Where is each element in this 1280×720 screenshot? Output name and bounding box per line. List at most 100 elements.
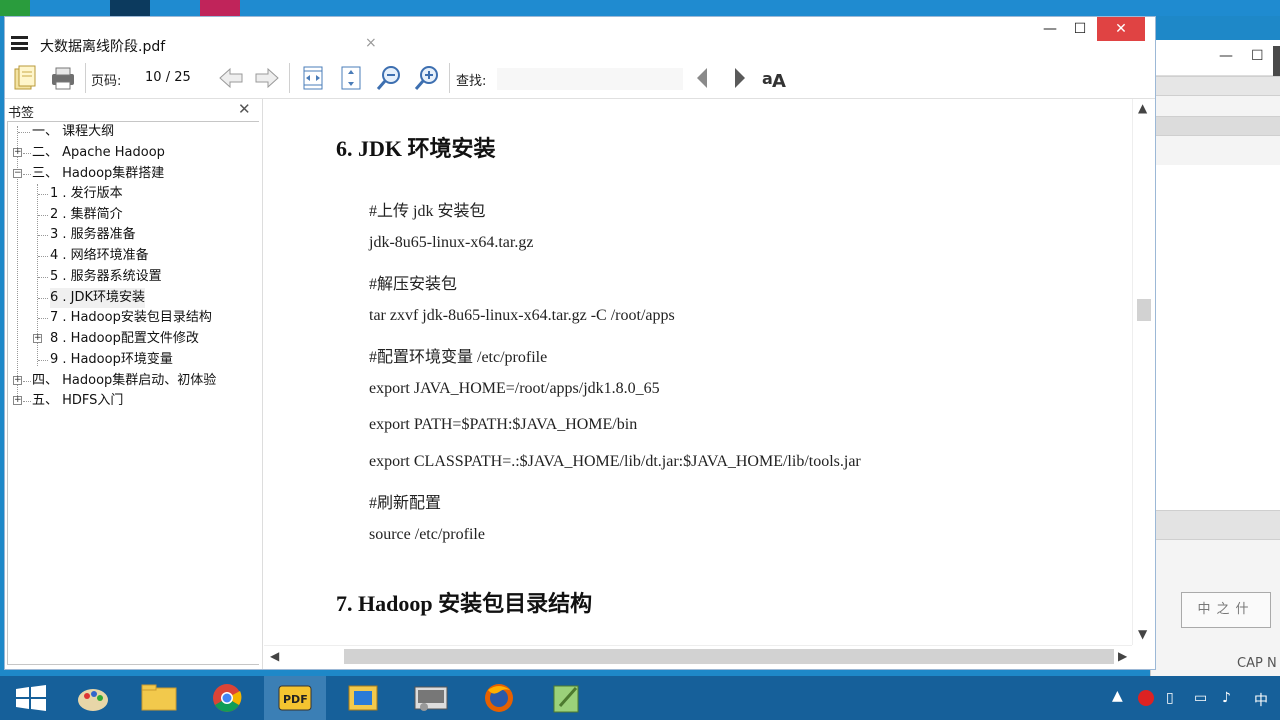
tree-line — [38, 194, 48, 195]
zoom-out-icon[interactable] — [375, 64, 403, 92]
paint-app-icon[interactable] — [62, 676, 124, 720]
document-line: #刷新配置 — [369, 495, 442, 512]
pdf-reader-taskbar-icon[interactable]: PDF — [264, 676, 326, 720]
menu-icon[interactable] — [11, 36, 28, 50]
background-content — [1151, 165, 1280, 510]
bookmark-item[interactable]: 2 . 集群简介 — [50, 205, 123, 225]
fit-page-icon[interactable] — [337, 64, 365, 92]
expand-icon[interactable]: + — [13, 148, 22, 157]
forward-arrow-icon[interactable] — [253, 64, 281, 92]
find-next-icon[interactable] — [725, 64, 753, 92]
zoom-in-icon[interactable] — [413, 64, 441, 92]
bookmark-item[interactable]: 9 . Hadoop环境变量 — [50, 350, 173, 370]
section-heading: 6. JDK 环境安装 — [336, 136, 496, 161]
collapse-icon[interactable]: − — [13, 169, 22, 178]
expand-icon[interactable]: + — [13, 376, 22, 385]
firefox-icon[interactable] — [468, 676, 530, 720]
tree-line — [38, 318, 48, 319]
tray-device-icon[interactable]: ▯ — [1166, 690, 1174, 706]
bookmark-item[interactable]: 1 . 发行版本 — [50, 184, 123, 204]
bookmark-item[interactable]: 二、 Apache Hadoop — [32, 143, 165, 163]
app-window-icon[interactable] — [332, 676, 394, 720]
chrome-icon[interactable] — [196, 676, 258, 720]
tree-line — [18, 132, 30, 133]
tree-line — [38, 215, 48, 216]
seal-stamp: 中之什 — [1181, 592, 1271, 628]
bookmark-item[interactable]: 5 . 服务器系统设置 — [50, 267, 162, 287]
fit-width-icon[interactable] — [299, 64, 327, 92]
bookmarks-close-icon[interactable]: ✕ — [238, 100, 251, 118]
expand-icon[interactable]: + — [13, 396, 22, 405]
match-case-icon[interactable]: a A — [761, 64, 789, 92]
print-icon[interactable] — [49, 64, 77, 92]
tree-line — [23, 401, 31, 402]
total-pages: / 25 — [165, 70, 191, 85]
tree-line — [23, 381, 31, 382]
background-window-titlebar: — ☐ — [1151, 40, 1280, 76]
bookmark-item[interactable]: 4 . 网络环境准备 — [50, 246, 149, 266]
document-line: tar zxvf jdk-8u65-linux-x64.tar.gz -C /r… — [369, 307, 675, 324]
bookmark-item[interactable]: 一、 课程大纲 — [32, 122, 114, 142]
bookmark-item[interactable]: 7 . Hadoop安装包目录结构 — [50, 308, 212, 328]
tree-line — [23, 153, 31, 154]
back-arrow-icon[interactable] — [217, 64, 245, 92]
background-strip — [1151, 76, 1280, 96]
scroll-up-icon[interactable]: ▲ — [1138, 101, 1147, 115]
network-icon[interactable]: ▭ — [1194, 690, 1207, 706]
find-previous-icon[interactable] — [689, 64, 717, 92]
bookmarks-tree: 一、 课程大纲 + 二、 Apache Hadoop − 三、 Hadoop集群… — [7, 121, 259, 665]
tree-line — [17, 126, 18, 396]
page-number-field[interactable]: 10 / 25 — [145, 70, 191, 85]
background-strip — [1151, 510, 1280, 540]
scroll-down-icon[interactable]: ▼ — [1138, 627, 1147, 641]
svg-text:A: A — [772, 71, 786, 92]
toolbar-separator — [289, 63, 290, 93]
notepad-icon[interactable] — [536, 676, 598, 720]
file-explorer-icon[interactable] — [128, 676, 190, 720]
document-line: export CLASSPATH=.:$JAVA_HOME/lib/dt.jar… — [369, 453, 861, 470]
bookmark-item[interactable]: 三、 Hadoop集群搭建 — [32, 164, 164, 184]
start-button-icon[interactable] — [0, 676, 62, 720]
tray-app-icon[interactable] — [1136, 688, 1156, 708]
background-window: — ☐ 中之什 CAP N — [1150, 40, 1280, 680]
expand-icon[interactable]: + — [33, 334, 42, 343]
vertical-scroll-thumb[interactable] — [1137, 299, 1151, 321]
title-bar: 大数据离线阶段.pdf × — ☐ ✕ — [5, 17, 1155, 57]
background-minimize-icon[interactable]: — — [1219, 48, 1233, 64]
document-line: source /etc/profile — [369, 526, 485, 543]
bookmark-item[interactable]: 8 . Hadoop配置文件修改 — [50, 329, 199, 349]
bookmark-item[interactable]: 五、 HDFS入门 — [32, 391, 123, 411]
open-file-icon[interactable] — [11, 64, 39, 92]
bookmark-item-selected[interactable]: 6 . JDK环境安装 — [50, 288, 146, 308]
close-button[interactable]: ✕ — [1097, 17, 1145, 41]
bookmark-item[interactable]: 3 . 服务器准备 — [50, 225, 136, 245]
svg-text:PDF: PDF — [283, 693, 308, 706]
tree-line — [38, 277, 48, 278]
ime-indicator[interactable]: 中 — [1254, 690, 1268, 710]
page-label: 页码: — [91, 74, 122, 89]
desktop-icons-strip — [0, 0, 260, 16]
bookmarks-panel: 书签 ✕ 一、 课程大纲 + 二、 Apache Hadoop − 三、 Had… — [5, 99, 263, 669]
tray-expand-icon[interactable]: ▲ — [1112, 688, 1123, 704]
scroll-right-icon[interactable]: ▶ — [1118, 649, 1127, 663]
find-input[interactable] — [497, 68, 683, 90]
find-label: 查找: — [456, 74, 487, 89]
bookmark-item[interactable]: 四、 Hadoop集群启动、初体验 — [32, 371, 216, 391]
volume-icon[interactable]: ♪ — [1222, 690, 1231, 706]
scroll-left-icon[interactable]: ◀ — [270, 649, 279, 663]
vertical-scrollbar[interactable]: ▲ ▼ — [1132, 99, 1155, 645]
section-heading: 7. Hadoop 安装包目录结构 — [336, 591, 593, 616]
document-line: jdk-8u65-linux-x64.tar.gz — [369, 234, 534, 251]
vm-app-icon[interactable] — [400, 676, 462, 720]
current-page[interactable]: 10 — [145, 70, 162, 85]
horizontal-scrollbar[interactable]: ◀ ▶ — [264, 645, 1132, 667]
pdf-reader-window: 大数据离线阶段.pdf × — ☐ ✕ 页码: 10 / 25 查找: a A … — [4, 16, 1156, 670]
document-tab-title[interactable]: 大数据离线阶段.pdf — [40, 36, 165, 56]
background-maximize-icon[interactable]: ☐ — [1251, 48, 1264, 64]
document-view[interactable]: 6. JDK 环境安装 #上传 jdk 安装包 jdk-8u65-linux-x… — [264, 99, 1132, 645]
background-status-text: CAP N — [1237, 656, 1277, 671]
horizontal-scroll-thumb[interactable] — [344, 649, 1114, 664]
tree-line — [38, 298, 48, 299]
tab-close-icon[interactable]: × — [365, 35, 377, 51]
background-strip — [1151, 116, 1280, 136]
